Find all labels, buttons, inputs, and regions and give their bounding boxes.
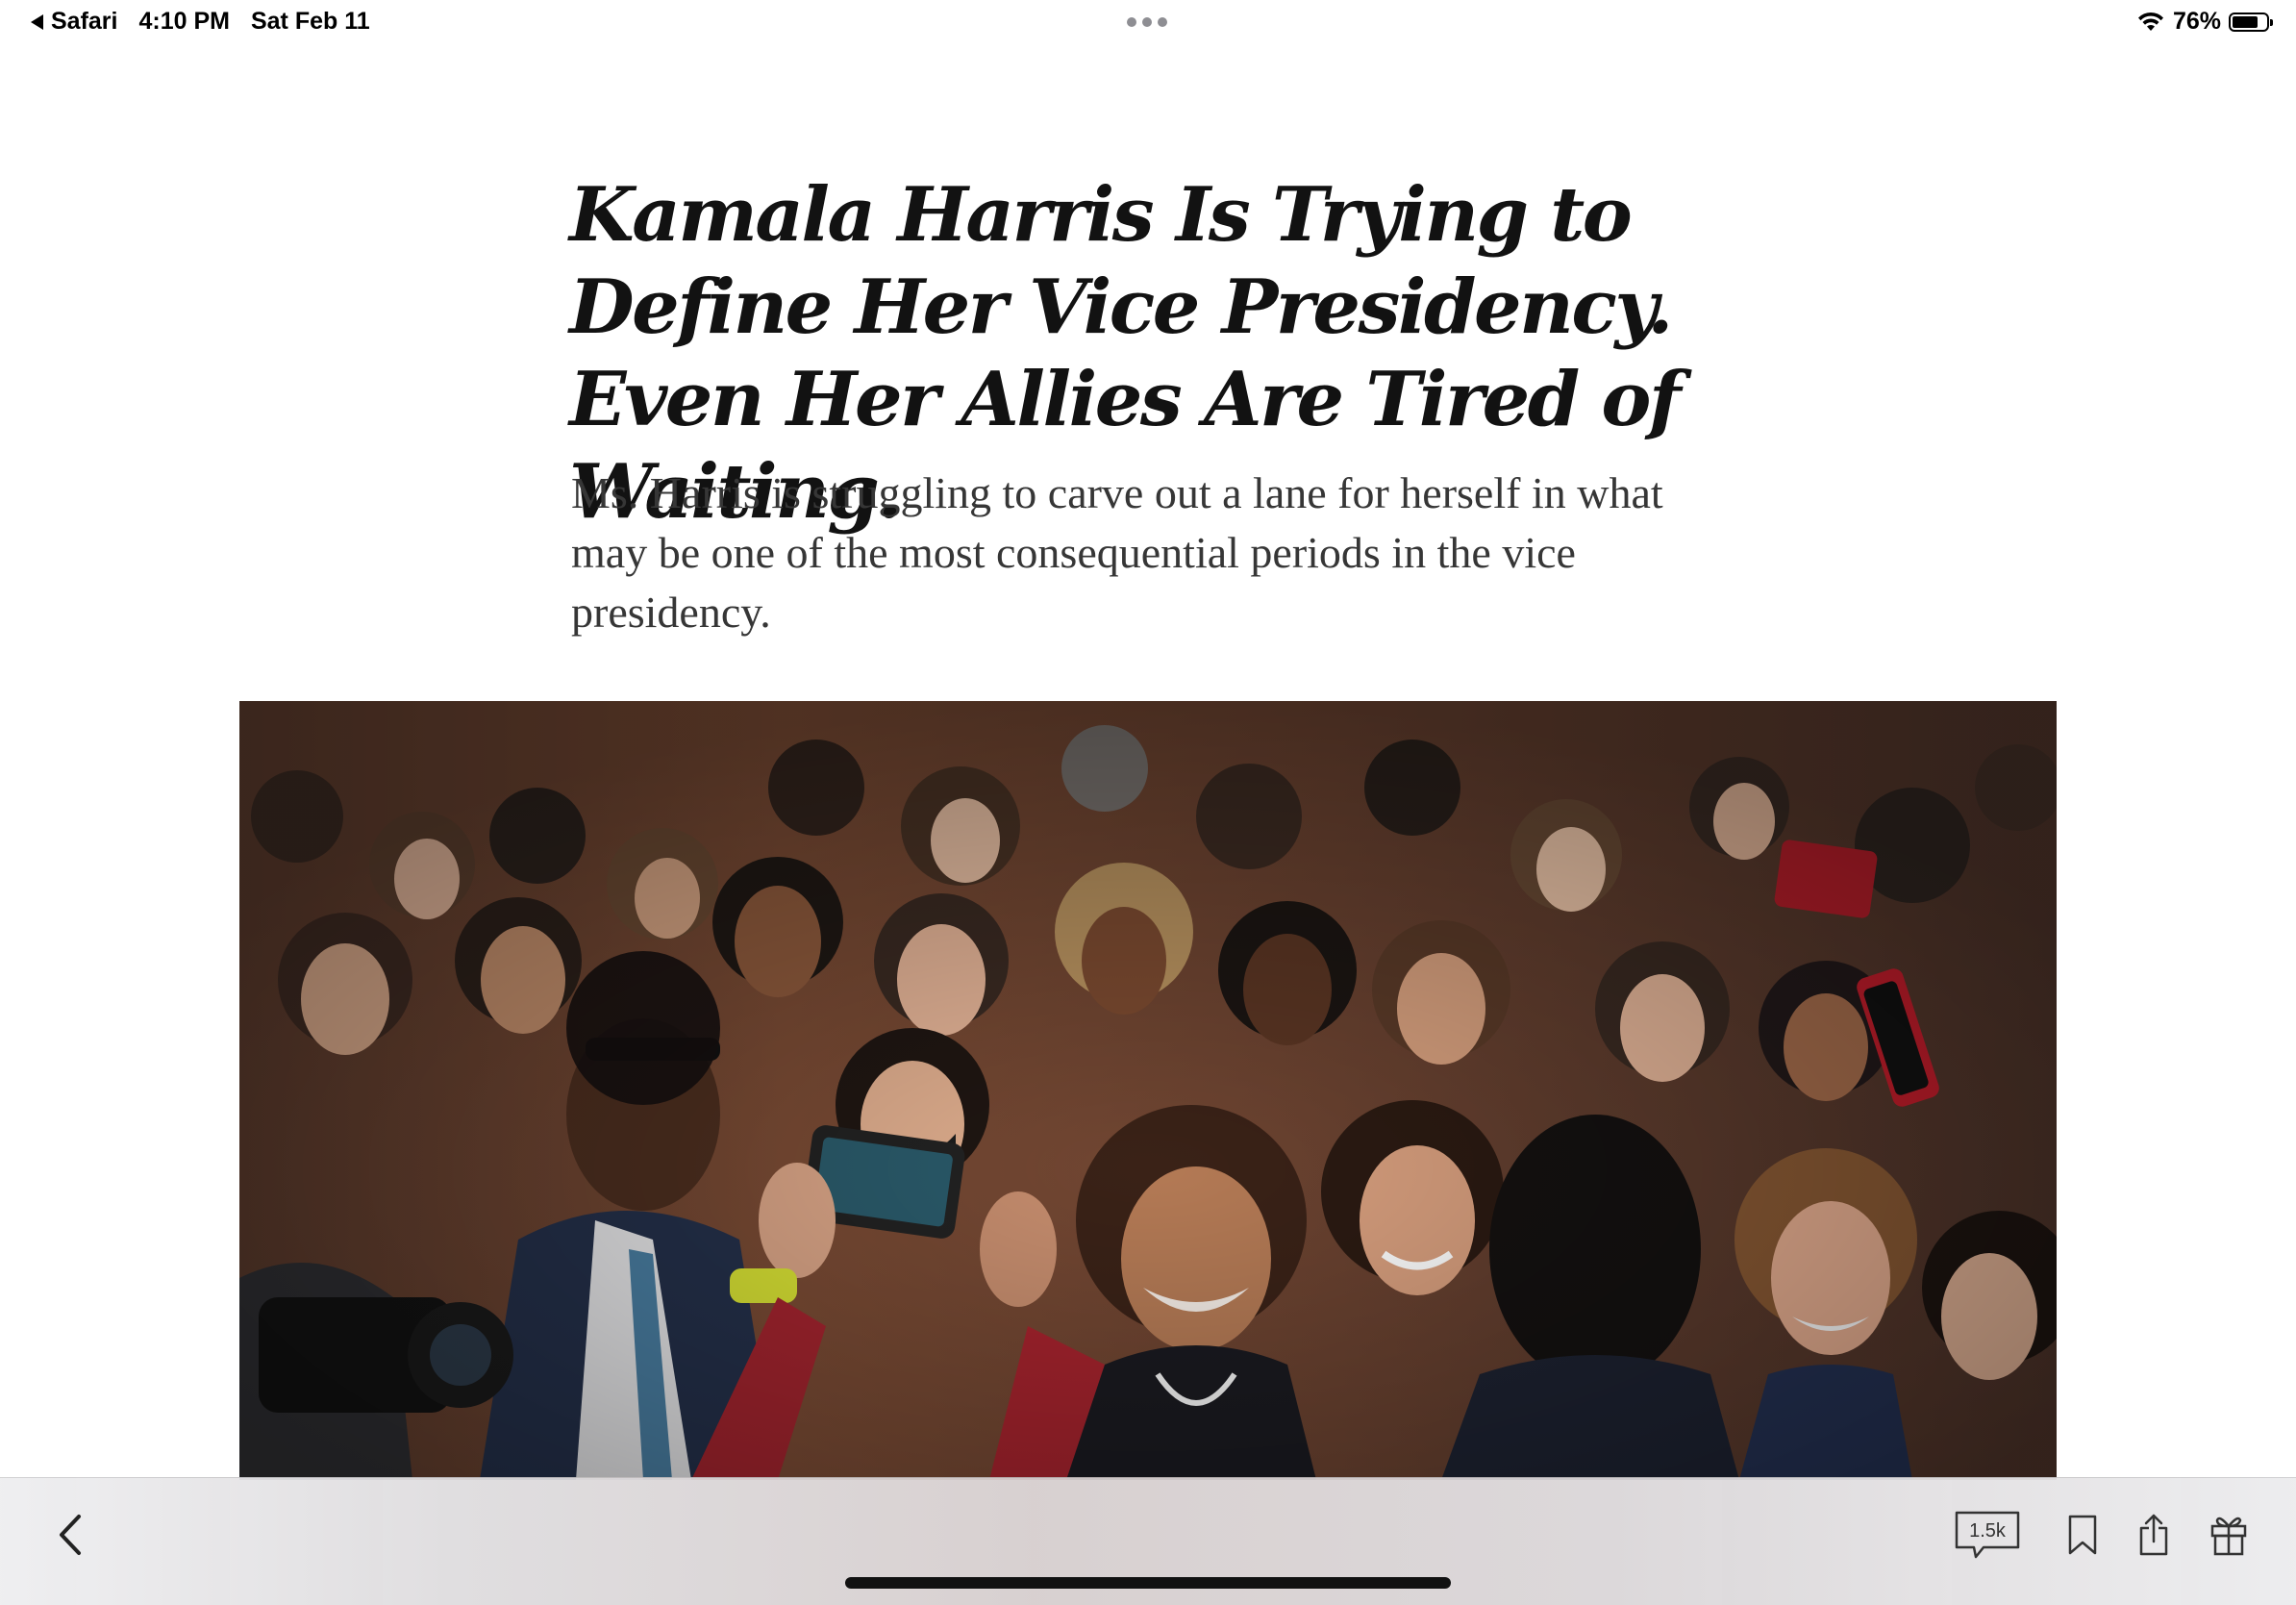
status-bar: Safari 4:10 PM Sat Feb 11 76% xyxy=(0,0,2296,46)
wifi-icon xyxy=(2137,12,2163,31)
bookmark-icon xyxy=(2068,1515,2097,1555)
back-to-app-button[interactable]: Safari xyxy=(31,8,117,36)
multitasking-menu-icon[interactable] xyxy=(1127,17,1167,27)
battery-percent: 76% xyxy=(2172,8,2221,35)
article-photo xyxy=(239,701,2057,1480)
comment-count: 1.5k xyxy=(1969,1520,2007,1542)
article-summary: Ms. Harris is struggling to carve out a … xyxy=(571,468,1663,637)
share-button[interactable] xyxy=(2134,1501,2173,1568)
back-app-label: Safari xyxy=(51,8,118,35)
save-button[interactable] xyxy=(2063,1501,2102,1568)
home-indicator[interactable] xyxy=(845,1577,1451,1589)
status-right: 76% xyxy=(2136,8,2273,36)
back-triangle-icon xyxy=(31,13,43,30)
gift-article-button[interactable] xyxy=(2208,1501,2250,1568)
status-time: 4:10 PM xyxy=(138,8,230,35)
battery-icon xyxy=(2229,12,2273,32)
status-left: Safari 4:10 PM Sat Feb 11 xyxy=(31,8,370,36)
chevron-left-icon xyxy=(60,1515,81,1555)
comment-icon: 1.5k xyxy=(1955,1511,2020,1559)
back-button[interactable] xyxy=(48,1501,92,1568)
gift-icon xyxy=(2210,1517,2247,1556)
share-icon xyxy=(2139,1514,2168,1556)
comments-button[interactable]: 1.5k xyxy=(1954,1501,2021,1568)
status-date: Sat Feb 11 xyxy=(250,8,370,35)
